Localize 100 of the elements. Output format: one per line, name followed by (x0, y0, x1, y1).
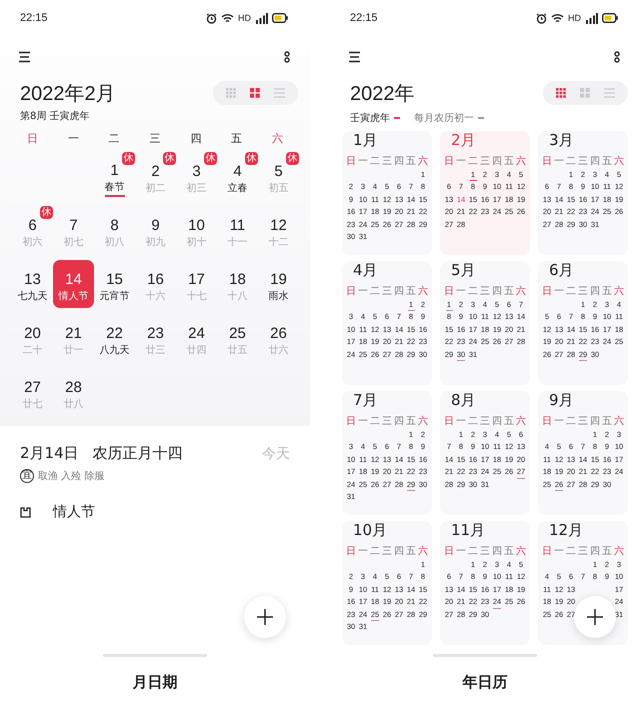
weekday-label: 四 (589, 416, 601, 428)
calendar-icon (20, 506, 31, 518)
selected-date: 2月14日 (20, 444, 79, 463)
month-name: 1月 (352, 131, 379, 151)
weekday-label: 三 (577, 416, 589, 428)
weekday-label: 日 (541, 546, 553, 558)
weekday-label: 一 (357, 286, 369, 298)
day-cell[interactable]: 28 廿八 (53, 368, 94, 416)
weekday-label: 五 (601, 546, 613, 558)
day-cell[interactable]: 14 情人节 (53, 260, 94, 308)
signal-icon (585, 12, 598, 24)
day-cell[interactable]: 12 十二 (258, 206, 299, 254)
day-cell[interactable]: 15 元宵节 (94, 260, 135, 308)
weekday-label: 一 (357, 416, 369, 428)
weekday-label: 六 (515, 546, 527, 558)
day-cell[interactable]: 20 二十 (12, 314, 53, 362)
status-time: 22:15 (20, 12, 48, 24)
weekday-label: 六 (515, 286, 527, 298)
weekday-label: 六 (417, 156, 429, 168)
weekday-label: 日 (541, 156, 553, 168)
list-icon (604, 88, 615, 98)
weekday-label: 六 (271, 131, 284, 146)
weekday-label: 五 (601, 156, 613, 168)
day-cell[interactable]: 休 3 初三 (176, 152, 217, 200)
weekday-label: 三 (479, 286, 491, 298)
day-cell[interactable]: 21 廿一 (53, 314, 94, 362)
day-cell[interactable]: 26 廿六 (258, 314, 299, 362)
almanac-text: 取渔 入殓 除服 (38, 470, 104, 483)
rest-badge: 休 (204, 152, 217, 165)
day-cell[interactable]: 22 八九天 (94, 314, 135, 362)
network-label: HD (568, 13, 581, 23)
day-cell[interactable]: 16 十六 (135, 260, 176, 308)
event-title[interactable]: 情人节 (53, 503, 95, 521)
add-button[interactable] (244, 596, 286, 638)
weekday-label: 一 (66, 131, 80, 146)
wifi-icon (551, 12, 564, 24)
grid-icon (556, 88, 566, 98)
weekday-label: 二 (369, 156, 381, 168)
rest-badge: 休 (122, 152, 135, 165)
view-title: 年日历 (462, 673, 508, 692)
lunar-date: 农历正月十四 (92, 444, 183, 463)
day-cell[interactable]: 休 1 春节 (94, 152, 135, 200)
weekday-label: 一 (455, 156, 467, 168)
weekday-label: 二 (369, 546, 381, 558)
day-cell[interactable]: 休 4 立春 (217, 152, 258, 200)
day-cell[interactable]: 休 5 初五 (258, 152, 299, 200)
day-cell[interactable]: 25 廿五 (217, 314, 258, 362)
weekday-label: 三 (381, 286, 393, 298)
month-name: 6月 (548, 261, 575, 281)
weekday-label: 一 (357, 156, 369, 168)
day-cell[interactable]: 23 廿三 (135, 314, 176, 362)
weekday-label: 五 (405, 286, 417, 298)
weekday-label: 四 (491, 546, 503, 558)
weekday-label: 二 (565, 286, 577, 298)
weekday-label: 六 (417, 416, 429, 428)
menu-icon (18, 51, 31, 63)
plus-icon (257, 609, 273, 625)
weekday-label: 一 (553, 416, 565, 428)
weekday-label: 二 (467, 156, 479, 168)
plus-icon (587, 609, 603, 625)
weekday-label: 一 (455, 546, 467, 558)
month-name: 4月 (352, 261, 379, 281)
day-cell[interactable]: 10 初十 (176, 206, 217, 254)
weekday-label: 五 (405, 546, 417, 558)
day-cell[interactable]: 24 廿四 (176, 314, 217, 362)
day-cell[interactable]: 11 十一 (217, 206, 258, 254)
weekday-label: 四 (491, 416, 503, 428)
battery-icon (602, 13, 618, 23)
rest-badge: 休 (286, 152, 299, 165)
weekday-label: 六 (417, 286, 429, 298)
month-name: 8月 (450, 391, 477, 411)
tiles-icon (250, 88, 260, 98)
weekday-label: 四 (491, 156, 503, 168)
menu-icon (348, 51, 361, 63)
day-cell[interactable]: 17 十七 (176, 260, 217, 308)
day-cell[interactable]: 9 初九 (135, 206, 176, 254)
day-cell[interactable]: 27 廿七 (12, 368, 53, 416)
month-name: 12月 (548, 521, 584, 541)
weekday-label: 一 (553, 286, 565, 298)
weekday-label: 六 (613, 416, 625, 428)
day-cell[interactable]: 13 七九天 (12, 260, 53, 308)
weekday-label: 四 (589, 546, 601, 558)
day-cell[interactable]: 8 初八 (94, 206, 135, 254)
weekday-label: 日 (345, 286, 357, 298)
weekday-label: 五 (601, 416, 613, 428)
weekday-label: 五 (405, 416, 417, 428)
weekday-label: 二 (565, 546, 577, 558)
weekday-label: 四 (491, 286, 503, 298)
month-name: 9月 (548, 391, 575, 411)
weekday-label: 四 (393, 416, 405, 428)
weekday-label: 四 (393, 156, 405, 168)
day-cell[interactable]: 18 十八 (217, 260, 258, 308)
day-cell[interactable]: 休 6 初六 (12, 206, 53, 254)
weekday-label: 五 (503, 286, 515, 298)
weekday-label: 六 (515, 416, 527, 428)
weekday-label: 六 (515, 156, 527, 168)
day-cell[interactable]: 休 2 初二 (135, 152, 176, 200)
weekday-label: 日 (443, 416, 455, 428)
day-cell[interactable]: 7 初七 (53, 206, 94, 254)
day-cell[interactable]: 19 雨水 (258, 260, 299, 308)
